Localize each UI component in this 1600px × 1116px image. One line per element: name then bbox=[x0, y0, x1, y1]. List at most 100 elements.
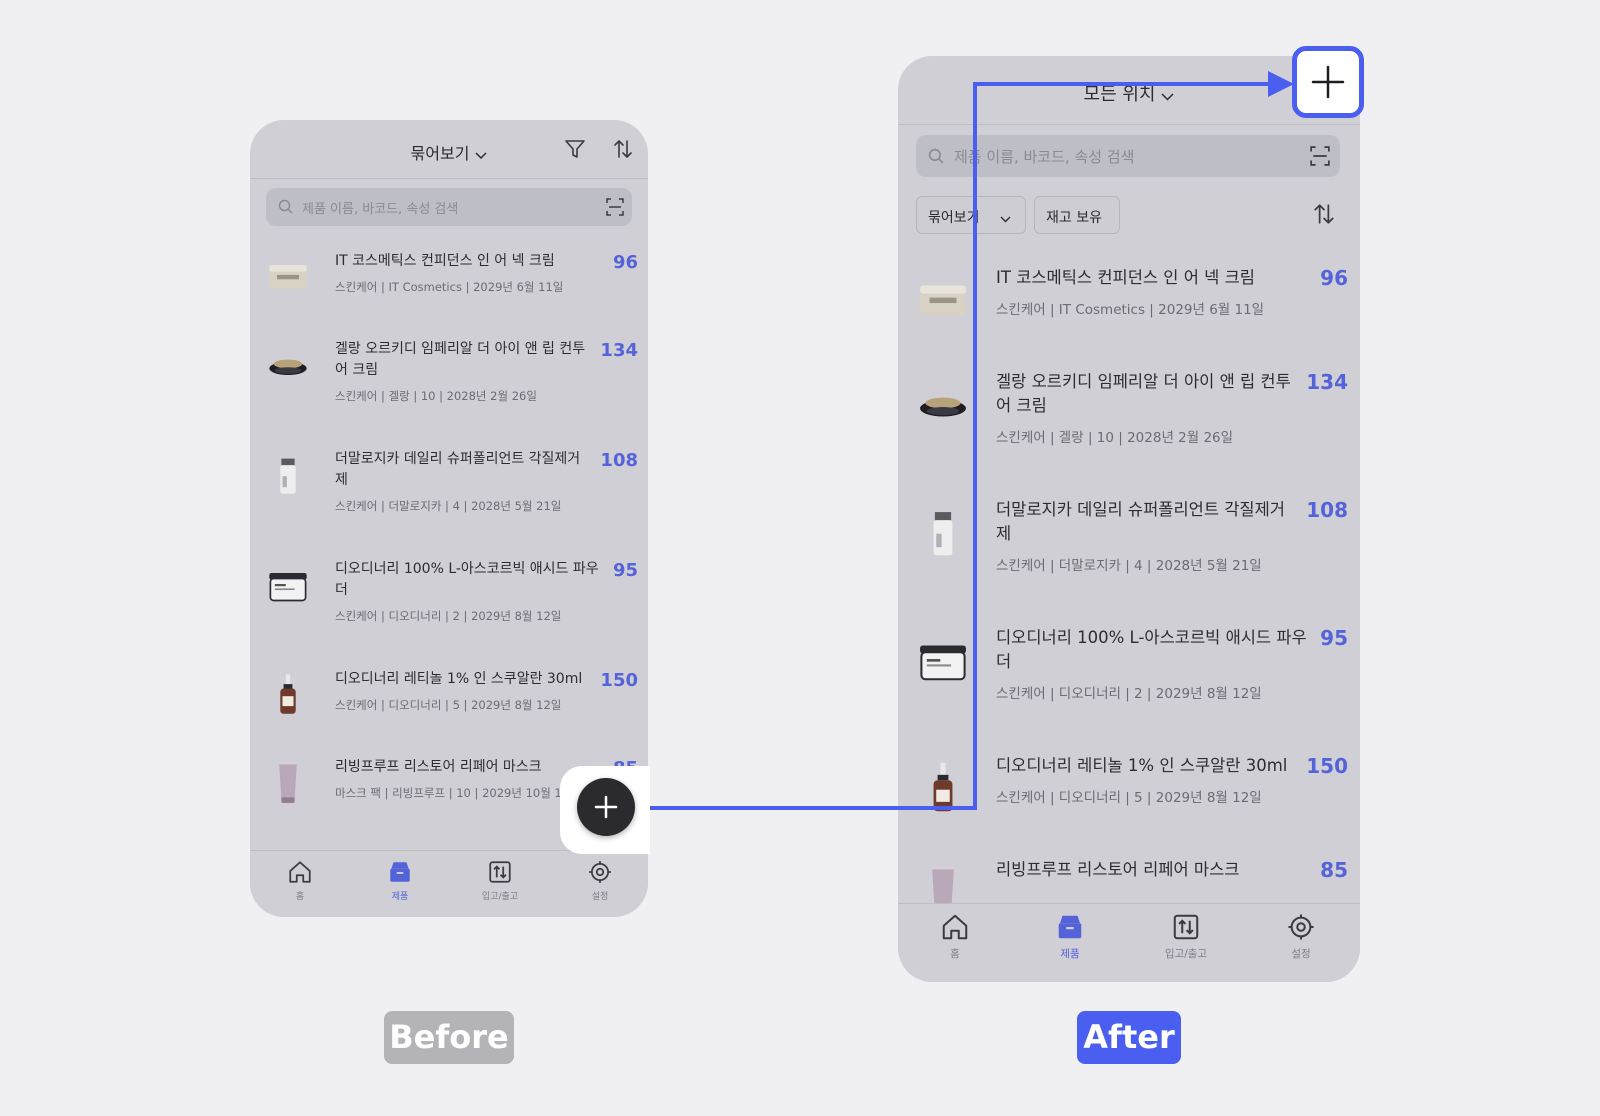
chevron-down-icon bbox=[1000, 211, 1011, 227]
product-meta: 스킨케어 | 디오디너리 | 2 | 2029년 8월 12일 bbox=[335, 609, 562, 623]
product-name: 리빙프루프 리스토어 리페어 마스크 bbox=[335, 759, 542, 775]
transition-arrow bbox=[650, 71, 1294, 810]
product-name: 겔랑 오르키디 임페리알 더 아이 앤 립 컨투 bbox=[335, 341, 586, 357]
product-thumbnail bbox=[916, 376, 970, 434]
product-name: 제 bbox=[335, 472, 348, 488]
product-thumbnail bbox=[916, 632, 970, 690]
stock-count: 134 bbox=[1306, 370, 1348, 394]
product-meta: 스킨케어 | 더말로지카 | 4 | 2028년 5월 21일 bbox=[335, 499, 562, 513]
search-icon bbox=[278, 199, 294, 219]
plus-icon bbox=[1311, 65, 1345, 99]
in-stock-filter-chip[interactable]: 재고 보유 bbox=[1034, 196, 1120, 234]
product-thumbnail bbox=[916, 504, 970, 562]
product-name: 리빙프루프 리스토어 리페어 마스크 bbox=[996, 860, 1240, 879]
barcode-scan-icon[interactable] bbox=[1310, 146, 1330, 170]
after-header: 모든 위치 bbox=[898, 56, 1360, 125]
search-icon bbox=[928, 148, 945, 169]
stock-count: 108 bbox=[600, 450, 638, 471]
tab-label: 제품 bbox=[1060, 948, 1080, 960]
before-search-input[interactable]: 제품 이름, 바코드, 속성 검색 bbox=[266, 188, 632, 226]
filter-icon[interactable] bbox=[564, 138, 586, 164]
product-list-item[interactable]: 디오디너리 레티놀 1% 인 스쿠알란 30ml 스킨케어 | 디오디너리 | 5… bbox=[898, 740, 1360, 844]
product-list-item[interactable]: IT 코스메틱스 컨피던스 인 어 넥 크림스킨케어 | IT Cosmetic… bbox=[898, 252, 1360, 356]
stock-count: 150 bbox=[600, 670, 638, 691]
tab-inbound-outbound[interactable]: 입고/출고 bbox=[1146, 912, 1226, 961]
search-placeholder: 제품 이름, 바코드, 속성 검색 bbox=[954, 148, 1135, 166]
product-name: 더말로지카 데일리 슈퍼폴리언트 각질제거 bbox=[996, 500, 1285, 519]
tab-label: 설정 bbox=[591, 892, 609, 902]
tab-label: 설정 bbox=[1291, 948, 1311, 960]
product-list-item[interactable]: IT 코스메틱스 컨피던스 인 어 넥 크림 스킨케어 | IT Cosmetic… bbox=[250, 238, 648, 326]
product-list-item[interactable]: 디오디너리 레티놀 1% 인 스쿠알란 30ml 스킨케어 | 디오디너리 | 5… bbox=[250, 656, 648, 744]
product-name: 겔랑 오르키디 임페리알 더 아이 앤 립 컨투 bbox=[996, 372, 1291, 391]
tab-products[interactable]: 제품 bbox=[360, 859, 440, 902]
barcode-scan-icon[interactable] bbox=[606, 198, 624, 220]
in-stock-label: 재고 보유 bbox=[1046, 210, 1102, 226]
product-meta: 스킨케어 | IT Cosmetics | 2029년 6월 11일 bbox=[996, 302, 1265, 318]
tab-label: 입고/출고 bbox=[1164, 948, 1208, 960]
tab-label: 홈 bbox=[950, 948, 960, 960]
search-placeholder: 제품 이름, 바코드, 속성 검색 bbox=[302, 202, 459, 217]
stock-count: 95 bbox=[1320, 626, 1348, 650]
tab-settings[interactable]: 설정 bbox=[560, 859, 640, 902]
product-meta: 스킨케어 | 디오디너리 | 5 | 2029년 8월 12일 bbox=[335, 698, 562, 712]
tab-settings[interactable]: 설정 bbox=[1261, 912, 1341, 961]
header-add-button[interactable] bbox=[1292, 46, 1364, 118]
product-list-item[interactable]: 겔랑 오르키디 임페리알 더 아이 앤 립 컨투 어 크림 스킨케어 | 겔랑 | … bbox=[250, 326, 648, 436]
product-name: IT 코스메틱스 컨피던스 인 어 넥 크림 bbox=[996, 268, 1255, 287]
chevron-down-icon bbox=[475, 145, 487, 164]
product-name: 디오디너리 레티놀 1% 인 스쿠알란 30ml bbox=[996, 756, 1288, 775]
gear-icon bbox=[587, 861, 613, 889]
before-group-selector[interactable]: 묶어보기 bbox=[250, 140, 648, 164]
product-meta: 스킨케어 | 더말로지카 | 4 | 2028년 5월 21일 bbox=[996, 558, 1262, 574]
after-label: After bbox=[1083, 1018, 1175, 1056]
tab-products[interactable]: 제품 bbox=[1030, 912, 1110, 961]
floating-add-button[interactable] bbox=[577, 778, 635, 836]
tab-label: 입고/출고 bbox=[481, 892, 519, 902]
stock-count: 95 bbox=[612, 560, 638, 581]
after-title: 모든 위치 bbox=[1083, 84, 1156, 105]
chevron-down-icon bbox=[1161, 85, 1175, 106]
after-location-selector[interactable]: 모든 위치 bbox=[898, 80, 1360, 106]
sort-icon[interactable] bbox=[612, 138, 634, 164]
product-meta: 마스크 팩 | 리빙프루프 | 10 | 2029년 10월 11일 bbox=[335, 786, 580, 800]
box-icon bbox=[387, 862, 413, 889]
before-tab-bar: 홈 제품 입고/출고 설정 bbox=[250, 850, 648, 917]
product-name: 디오디너리 100% L-아스코르빅 애시드 파우 bbox=[996, 628, 1307, 647]
group-view-label: 묶어보기 bbox=[928, 210, 980, 226]
transfer-icon bbox=[1171, 914, 1201, 946]
product-thumbnail bbox=[916, 760, 970, 818]
before-label-badge: Before bbox=[384, 1011, 514, 1064]
product-thumbnail bbox=[266, 562, 310, 610]
transfer-icon bbox=[487, 861, 513, 889]
group-view-filter-chip[interactable]: 묶어보기 bbox=[916, 196, 1026, 234]
product-name: 더 bbox=[996, 652, 1012, 671]
product-list-item[interactable]: 디오디너리 100% L-아스코르빅 애시드 파우 더 스킨케어 | 디오디너리 |… bbox=[250, 546, 648, 656]
product-list-item[interactable]: 더말로지카 데일리 슈퍼폴리언트 각질제거 제 스킨케어 | 더말로지카 | 4 |… bbox=[250, 436, 648, 546]
product-name: 어 크림 bbox=[335, 362, 379, 378]
before-label: Before bbox=[389, 1018, 509, 1056]
product-thumbnail bbox=[916, 272, 970, 330]
after-phone: 모든 위치 제품 이름, 바코드, 속성 검색 묶어보기 재고 보유 IT 코스… bbox=[898, 56, 1360, 982]
sort-icon[interactable] bbox=[1312, 202, 1336, 230]
product-list-item[interactable]: 더말로지카 데일리 슈퍼폴리언트 각질제거 제 스킨케어 | 더말로지카 | 4 |… bbox=[898, 484, 1360, 612]
after-search-input[interactable]: 제품 이름, 바코드, 속성 검색 bbox=[916, 135, 1340, 177]
stock-count: 108 bbox=[1306, 498, 1348, 522]
product-thumbnail bbox=[266, 760, 310, 808]
product-meta: 스킨케어 | 디오디너리 | 2 | 2029년 8월 12일 bbox=[996, 686, 1262, 702]
tab-label: 제품 bbox=[391, 892, 409, 902]
tab-inbound-outbound[interactable]: 입고/출고 bbox=[460, 859, 540, 902]
gear-icon bbox=[1286, 914, 1316, 946]
tab-home[interactable]: 홈 bbox=[915, 912, 995, 961]
product-meta: 스킨케어 | IT Cosmetics | 2029년 6월 11일 bbox=[335, 280, 564, 294]
product-meta: 스킨케어 | 겔랑 | 10 | 2028년 2월 26일 bbox=[996, 430, 1234, 446]
product-name: 디오디너리 레티놀 1% 인 스쿠알란 30ml bbox=[335, 671, 583, 687]
product-name: 디오디너리 100% L-아스코르빅 애시드 파우 bbox=[335, 561, 599, 577]
tab-home[interactable]: 홈 bbox=[260, 859, 340, 902]
product-list-item[interactable]: 겔랑 오르키디 임페리알 더 아이 앤 립 컨투 어 크림 스킨케어 | 겔랑 | … bbox=[898, 356, 1360, 484]
tab-label: 홈 bbox=[295, 892, 305, 902]
after-label-badge: After bbox=[1077, 1011, 1181, 1064]
product-list-item[interactable]: 디오디너리 100% L-아스코르빅 애시드 파우더스킨케어 | 디오디너리 |… bbox=[898, 612, 1360, 740]
before-header: 묶어보기 bbox=[250, 120, 648, 179]
stock-count: 85 bbox=[1320, 858, 1348, 882]
